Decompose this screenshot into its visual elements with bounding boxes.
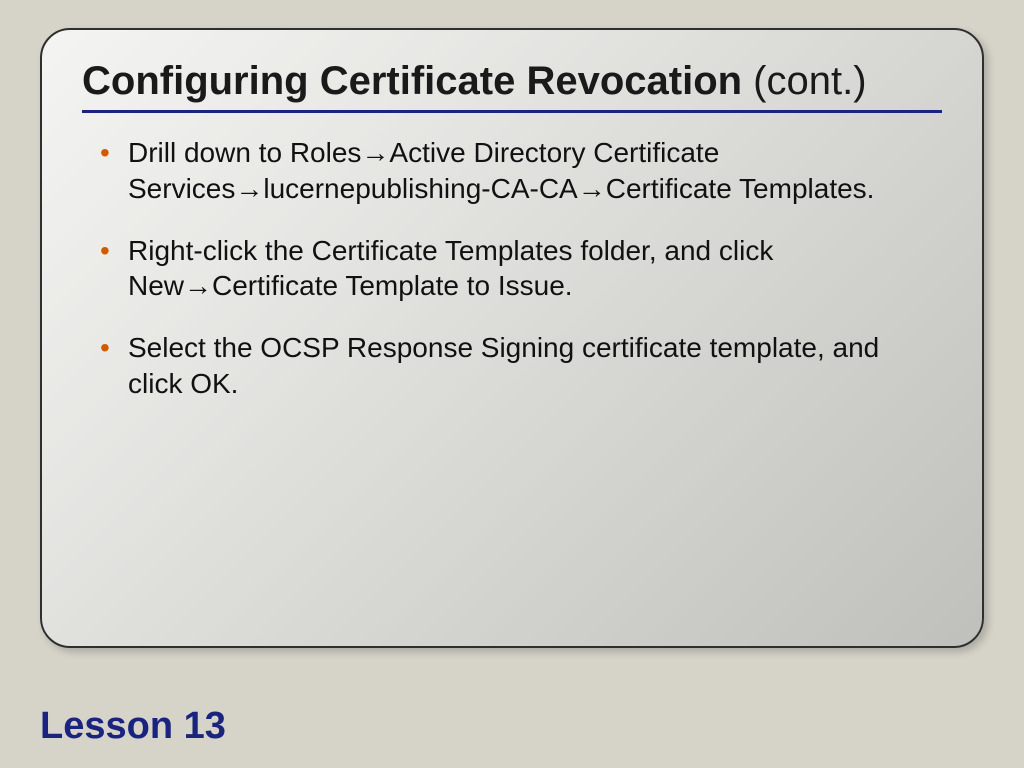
slide-card: Configuring Certificate Revocation (cont… — [40, 28, 984, 648]
bullet-text: Select the OCSP Response Signing certifi… — [128, 332, 879, 399]
list-item: Select the OCSP Response Signing certifi… — [100, 330, 932, 402]
bullet-list: Drill down to Roles→Active Directory Cer… — [82, 135, 942, 402]
slide-title-main: Configuring Certificate Revocation — [82, 59, 742, 103]
bullet-text: Drill down to Roles→Active Directory Cer… — [128, 137, 874, 204]
slide-title: Configuring Certificate Revocation (cont… — [82, 58, 942, 104]
list-item: Drill down to Roles→Active Directory Cer… — [100, 135, 932, 207]
bullet-text: Right-click the Certificate Templates fo… — [128, 235, 773, 302]
title-divider — [82, 110, 942, 113]
slide-title-suffix: (cont.) — [742, 59, 866, 103]
lesson-label: Lesson 13 — [40, 705, 226, 748]
list-item: Right-click the Certificate Templates fo… — [100, 233, 932, 305]
